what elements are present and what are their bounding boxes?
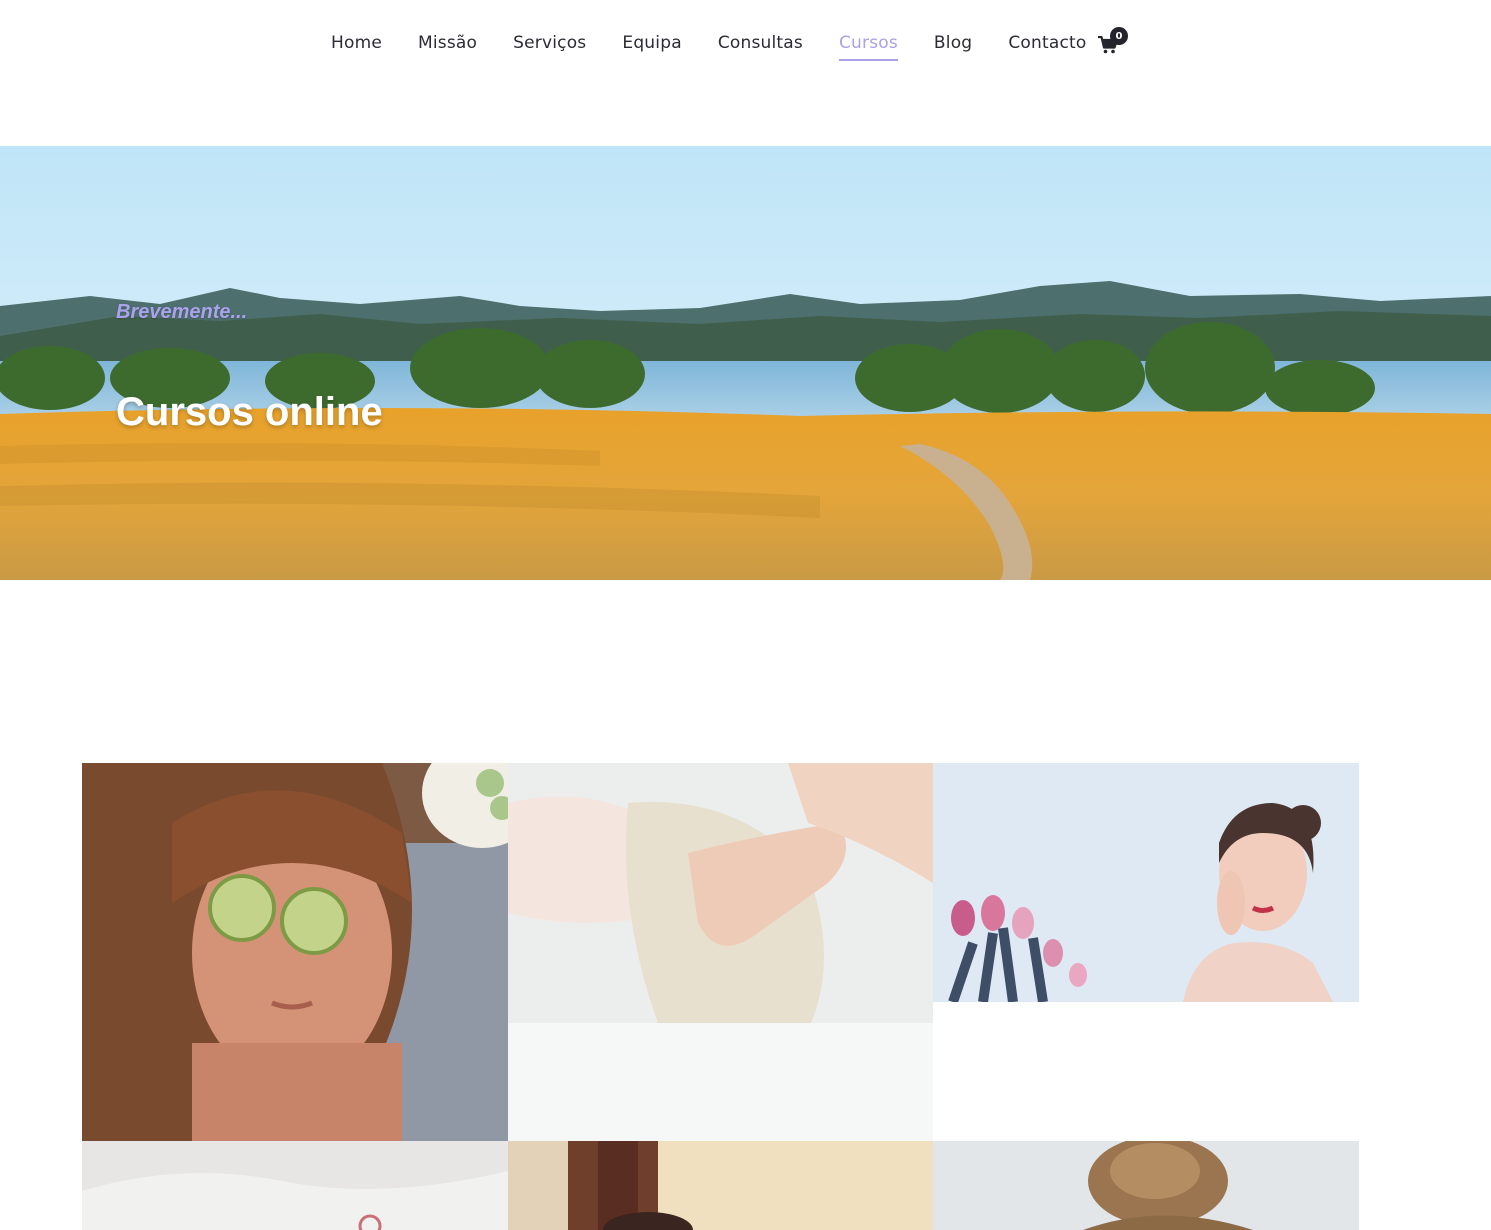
gallery-tile-woman-with-tulips[interactable] [933, 763, 1359, 1002]
gallery-tile-head-massage[interactable] [508, 763, 933, 1141]
gallery-tile-hair-bun[interactable] [933, 1141, 1359, 1230]
woman-cucumber-eyes-image [82, 763, 508, 1141]
spa-towel-image [82, 1141, 508, 1230]
woman-with-tulips-image [933, 763, 1359, 1002]
gallery-tile-facial-treatment[interactable] [508, 1141, 933, 1230]
nav-item-home[interactable]: Home [331, 33, 382, 61]
nav-item-equipa[interactable]: Equipa [622, 33, 681, 61]
head-massage-image [508, 763, 933, 1141]
gallery-tile-woman-cucumber-eyes[interactable] [82, 763, 508, 1141]
hero-banner: Brevemente... Cursos online [0, 146, 1491, 580]
nav-menu: Home Missão Serviços Equipa Consultas Cu… [331, 33, 1122, 61]
hair-bun-image [933, 1141, 1359, 1230]
nav-item-consultas[interactable]: Consultas [718, 33, 803, 61]
hero-eyebrow-text: Brevemente... [116, 301, 248, 323]
hero-landscape-image [0, 146, 1491, 580]
facial-treatment-image [508, 1141, 933, 1230]
nav-item-contacto[interactable]: Contacto [1008, 33, 1086, 61]
courses-gallery [82, 763, 1359, 1230]
nav-item-blog[interactable]: Blog [934, 33, 972, 61]
nav-item-missao[interactable]: Missão [418, 33, 477, 61]
cart-button[interactable]: 0 [1098, 27, 1128, 56]
main-navigation: Home Missão Serviços Equipa Consultas Cu… [0, 0, 1491, 90]
nav-item-servicos[interactable]: Serviços [513, 33, 586, 61]
gallery-tile-spa-towel[interactable] [82, 1141, 508, 1230]
nav-item-cursos[interactable]: Cursos [838, 33, 898, 61]
cart-count-badge: 0 [1110, 27, 1128, 45]
hero-title: Cursos online [116, 390, 383, 434]
